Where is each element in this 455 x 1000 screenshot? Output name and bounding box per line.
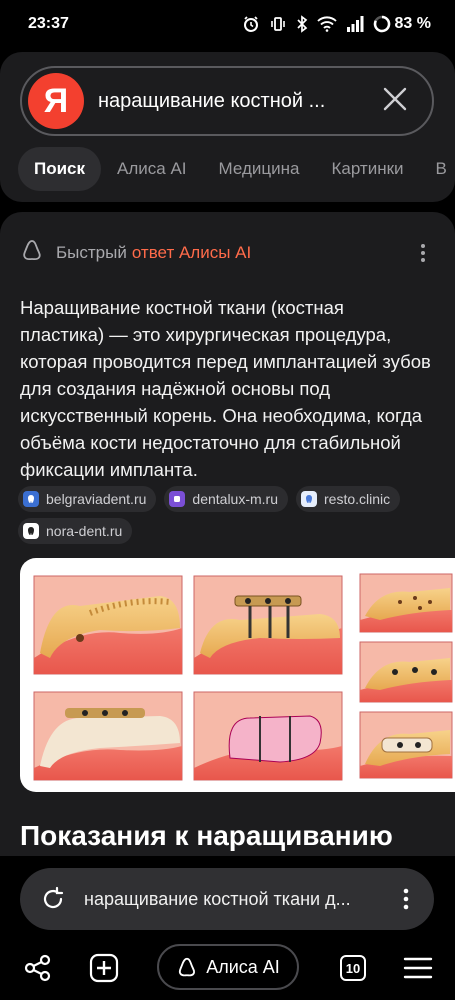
yandex-logo[interactable]: Я bbox=[28, 73, 84, 129]
source-link[interactable]: nora-dent.ru bbox=[18, 518, 133, 544]
panel-step-b bbox=[359, 641, 453, 703]
panel-step-c bbox=[359, 711, 453, 779]
answer-header: Быстрый ответ Алисы AI bbox=[20, 238, 435, 267]
search-input[interactable]: наращивание костной ... bbox=[84, 90, 370, 113]
bluetooth-icon bbox=[296, 15, 308, 33]
signal-icon bbox=[346, 16, 364, 32]
alice-ai-label: Алиса AI bbox=[206, 956, 280, 977]
source-label: resto.clinic bbox=[324, 491, 391, 507]
source-link[interactable]: dentalux-m.ru bbox=[164, 486, 288, 512]
hamburger-menu-icon bbox=[403, 957, 433, 979]
bone-graft-illustration[interactable] bbox=[20, 558, 455, 792]
add-icon bbox=[89, 953, 119, 983]
main-menu-button[interactable] bbox=[402, 944, 434, 992]
favicon-icon bbox=[301, 491, 317, 507]
search-box[interactable]: Я наращивание костной ... bbox=[20, 66, 434, 136]
favicon-icon bbox=[23, 491, 39, 507]
battery-percent: 83 % bbox=[394, 15, 431, 32]
tab-images[interactable]: Картинки bbox=[315, 147, 419, 191]
source-label: nora-dent.ru bbox=[46, 523, 123, 539]
navigation-bar: Алиса AI 10 bbox=[0, 944, 455, 996]
bottom-search-box[interactable]: наращивание костной ткани д... bbox=[20, 868, 434, 930]
refresh-button[interactable] bbox=[38, 884, 68, 914]
wifi-icon bbox=[316, 16, 337, 32]
answer-menu-button[interactable] bbox=[411, 241, 435, 265]
share-icon bbox=[24, 954, 51, 982]
source-link[interactable]: resto.clinic bbox=[296, 486, 401, 512]
answer-header-highlight: ответ Алисы AI bbox=[131, 242, 252, 262]
panel-block-graft bbox=[193, 575, 343, 675]
bottom-menu-button[interactable] bbox=[386, 879, 426, 919]
panel-bone-loss bbox=[33, 575, 183, 675]
tab-search[interactable]: Поиск bbox=[18, 147, 102, 191]
tab-alice-ai[interactable]: Алиса AI bbox=[101, 147, 203, 191]
bottom-search-query[interactable]: наращивание костной ткани д... bbox=[68, 889, 386, 910]
battery-ring-icon bbox=[373, 15, 391, 33]
favicon-icon bbox=[169, 491, 186, 507]
alarm-icon bbox=[242, 15, 260, 33]
source-label: belgraviadent.ru bbox=[46, 491, 147, 507]
panel-step-a bbox=[359, 573, 453, 633]
alice-icon bbox=[20, 238, 44, 267]
new-tab-button[interactable] bbox=[88, 944, 120, 992]
search-tabs: Поиск Алиса AI Медицина Картинки В bbox=[18, 146, 455, 192]
bottom-bar: наращивание костной ткани д... Алиса AI … bbox=[0, 856, 455, 1000]
panel-granular-graft bbox=[33, 691, 183, 781]
panel-membrane bbox=[193, 691, 343, 781]
answer-header-prefix: Быстрый bbox=[56, 242, 127, 262]
status-time: 23:37 bbox=[28, 15, 69, 32]
source-link[interactable]: belgraviadent.ru bbox=[18, 486, 157, 512]
more-vertical-icon bbox=[421, 243, 425, 262]
tabs-button[interactable]: 10 bbox=[338, 944, 368, 992]
answer-text: Наращивание костной ткани (костная пласт… bbox=[20, 297, 431, 480]
answer-card: Быстрый ответ Алисы AI Наращивание костн… bbox=[0, 212, 455, 862]
more-vertical-icon bbox=[403, 888, 409, 910]
alice-icon bbox=[179, 957, 196, 977]
alice-ai-button[interactable]: Алиса AI bbox=[157, 944, 299, 990]
search-header: Я наращивание костной ... Поиск Алиса AI… bbox=[0, 52, 455, 202]
tab-more-cut[interactable]: В bbox=[420, 147, 455, 191]
refresh-icon bbox=[43, 886, 64, 909]
tabs-count: 10 bbox=[340, 955, 366, 981]
tab-medicine[interactable]: Медицина bbox=[203, 147, 316, 191]
vibrate-icon bbox=[269, 15, 287, 33]
clear-search-button[interactable] bbox=[370, 76, 420, 126]
share-button[interactable] bbox=[20, 944, 56, 992]
close-icon bbox=[382, 86, 408, 117]
answer-sources: belgraviadent.ru dentalux-m.ru resto.cli… bbox=[18, 486, 438, 544]
source-label: dentalux-m.ru bbox=[192, 491, 278, 507]
section-title: Показания к наращиванию bbox=[20, 820, 393, 851]
favicon-icon bbox=[23, 523, 39, 539]
status-bar: 23:37 83 % bbox=[0, 0, 455, 48]
